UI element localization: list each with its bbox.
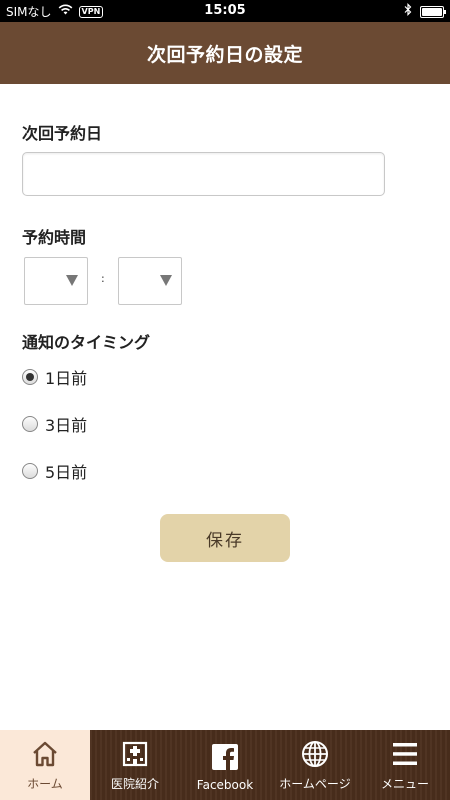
minute-select[interactable]	[118, 257, 182, 305]
timing-label: 通知のタイミング	[22, 333, 151, 352]
status-time: 15:05	[204, 3, 246, 18]
hospital-icon	[120, 739, 150, 769]
tab-home[interactable]: ホーム	[0, 730, 90, 800]
tab-facebook[interactable]: Facebook	[180, 730, 270, 800]
page-title: 次回予約日の設定	[146, 43, 303, 66]
chevron-down-icon	[160, 275, 172, 286]
tab-clinic-info-label: 医院紹介	[110, 777, 159, 791]
tab-home-label: ホーム	[27, 777, 63, 791]
globe-icon	[300, 739, 330, 769]
status-bar: SIMなし VPN 15:05	[0, 0, 450, 22]
timing-option-label: 5日前	[45, 463, 88, 482]
timing-option-1[interactable]: 1日前	[22, 365, 87, 389]
tab-clinic-info[interactable]: 医院紹介	[90, 730, 180, 800]
save-button[interactable]: 保存	[160, 514, 290, 562]
tab-menu[interactable]: メニュー	[360, 730, 450, 800]
facebook-icon	[210, 742, 240, 772]
battery-icon	[420, 5, 446, 18]
status-right	[404, 3, 446, 20]
radio-button-checked[interactable]	[22, 369, 38, 385]
radio-button[interactable]	[22, 463, 38, 479]
bluetooth-icon	[404, 3, 412, 20]
chevron-down-icon	[66, 275, 78, 286]
tab-homepage[interactable]: ホームページ	[270, 730, 360, 800]
timing-option-label: 1日前	[45, 369, 88, 388]
home-icon	[30, 739, 60, 769]
timing-option-5[interactable]: 5日前	[22, 459, 87, 483]
next-date-input[interactable]	[22, 152, 385, 196]
radio-button[interactable]	[22, 416, 38, 432]
time-label: 予約時間	[22, 228, 87, 247]
tab-menu-label: メニュー	[380, 777, 429, 791]
time-separator: :	[101, 272, 105, 285]
hour-select[interactable]	[24, 257, 88, 305]
timing-option-3[interactable]: 3日前	[22, 412, 87, 436]
tab-facebook-label: Facebook	[196, 778, 254, 792]
page-header: 次回予約日の設定	[0, 22, 450, 84]
timing-option-label: 3日前	[45, 416, 88, 435]
menu-icon	[390, 739, 420, 769]
next-date-label: 次回予約日	[22, 124, 103, 143]
bottom-tab-bar: ホーム 医院紹介 Facebook ホームページ メニュー	[0, 730, 450, 800]
tab-homepage-label: ホームページ	[279, 777, 351, 791]
